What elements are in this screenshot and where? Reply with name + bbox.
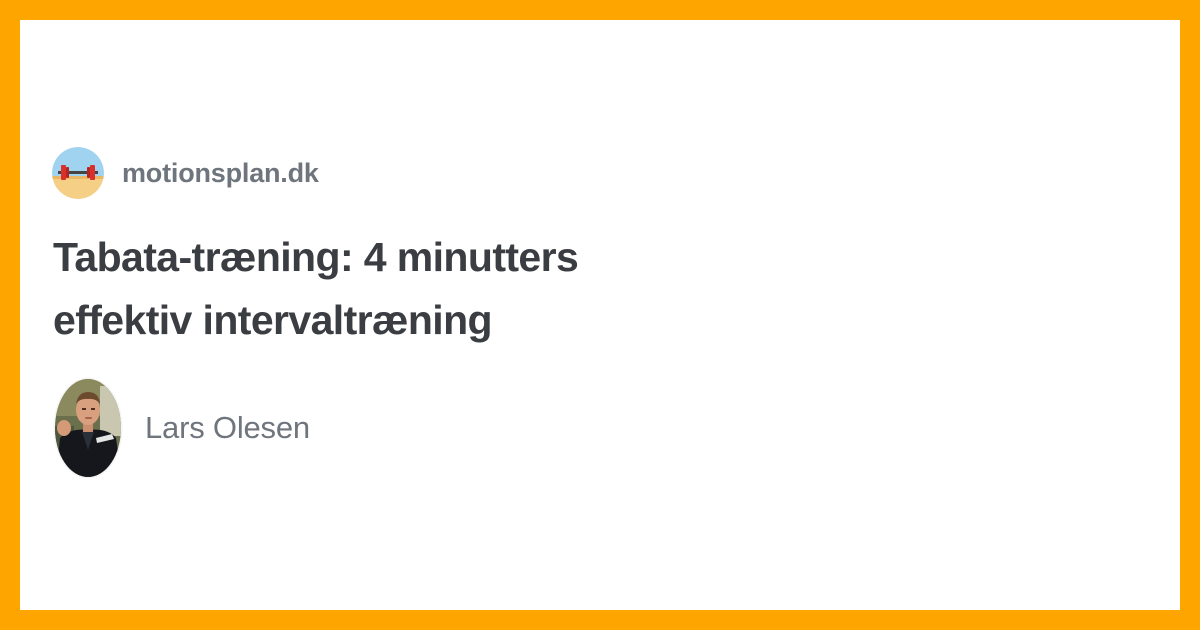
author-byline[interactable]: Lars Olesen [52,376,310,480]
site-identity[interactable]: motionsplan.dk [52,147,319,199]
article-title: Tabata-træning: 4 minutters effektiv int… [53,234,579,343]
author-name: Lars Olesen [145,410,310,445]
site-name: motionsplan.dk [122,157,319,188]
share-card: motionsplan.dk Tabata-træning: 4 minutte… [20,20,1180,610]
author-photo-avatar [52,376,124,480]
barbell-beach-logo-icon [52,147,104,199]
share-card-frame: motionsplan.dk Tabata-træning: 4 minutte… [0,0,1200,630]
